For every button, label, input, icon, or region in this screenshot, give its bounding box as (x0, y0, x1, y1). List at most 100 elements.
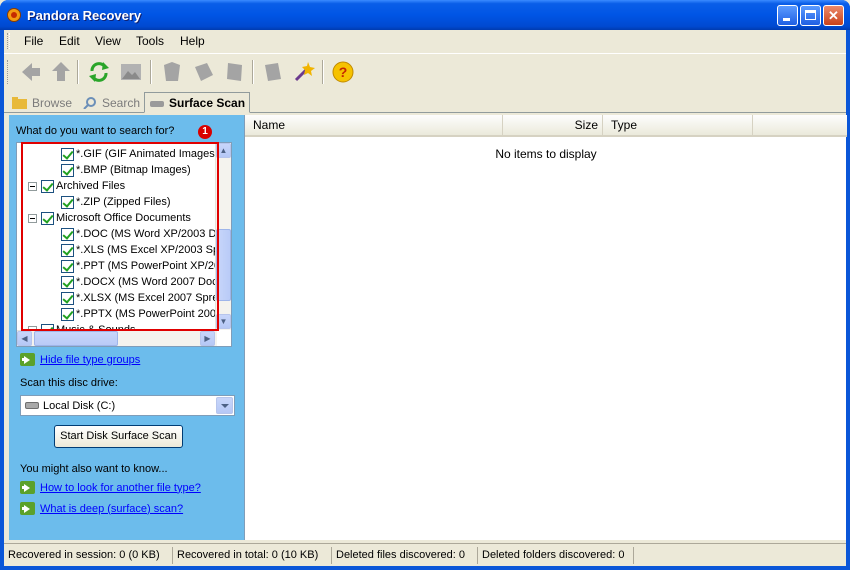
tree-item[interactable]: *.PPT (MS PowerPoint XP/20 (61, 258, 220, 274)
tree-item[interactable]: *.DOC (MS Word XP/2003 Doc (61, 226, 228, 242)
tree-group[interactable]: Microsoft Office Documents (28, 210, 191, 226)
toolbar-separator (77, 60, 79, 84)
close-icon: ✕ (828, 8, 839, 23)
checkbox[interactable] (61, 291, 74, 305)
recover-icon[interactable] (159, 59, 185, 85)
checkbox[interactable] (61, 243, 74, 257)
folder-icon (12, 96, 28, 109)
collapse-icon[interactable] (28, 181, 37, 191)
start-scan-button[interactable]: Start Disk Surface Scan (54, 425, 183, 448)
tree-item-label: *.DOCX (MS Word 2007 Doc (76, 276, 218, 288)
tree-item[interactable]: *.BMP (Bitmap Images) (61, 162, 191, 178)
tree-item-label: *.PPT (MS PowerPoint XP/20 (76, 260, 221, 272)
checkbox[interactable] (61, 259, 74, 273)
checkbox[interactable] (61, 227, 74, 241)
tree-group[interactable]: Archived Files (28, 178, 125, 194)
tree-item[interactable]: *.ZIP (Zipped Files) (61, 194, 171, 210)
hide-file-type-groups-link[interactable]: Hide file type groups (40, 354, 140, 366)
file-type-tree[interactable]: *.GIF (GIF Animated Images) *.BMP (Bitma… (16, 142, 232, 347)
tree-group-label: Microsoft Office Documents (56, 212, 191, 224)
collapse-icon[interactable] (28, 213, 37, 223)
checkbox[interactable] (41, 179, 54, 193)
status-bar: Recovered in session: 0 (0 KB) Recovered… (4, 543, 846, 566)
status-session: Recovered in session: 0 (0 KB) (6, 547, 173, 564)
hard-disk-icon (25, 402, 39, 409)
tree-item-label: *.PPTX (MS PowerPoint 2007 (76, 308, 223, 320)
tree-item-label: *.ZIP (Zipped Files) (76, 196, 171, 208)
tab-browse[interactable]: Browse (12, 93, 72, 112)
menu-grip (7, 33, 10, 49)
tree-item[interactable]: *.XLSX (MS Excel 2007 Sprea (61, 290, 225, 306)
hide-groups-row[interactable]: Hide file type groups (20, 353, 140, 366)
svg-text:?: ? (339, 64, 348, 80)
maximize-icon (805, 10, 816, 20)
drive-select[interactable]: Local Disk (C:) (20, 395, 235, 416)
tree-item-label: *.BMP (Bitmap Images) (76, 164, 191, 176)
tree-item[interactable]: *.PPTX (MS PowerPoint 2007 (61, 306, 222, 322)
window-title: Pandora Recovery (27, 8, 142, 23)
drive-value: Local Disk (C:) (43, 400, 116, 412)
tree-vertical-scrollbar[interactable]: ▲ ▼ (215, 143, 231, 330)
menu-tools[interactable]: Tools (136, 34, 164, 48)
magic-wand-icon[interactable] (291, 59, 317, 85)
help-icon[interactable]: ? (330, 59, 356, 85)
toolbar-separator (322, 60, 324, 84)
arrow-right-icon (20, 481, 35, 494)
notes-icon[interactable] (260, 59, 286, 85)
search-question: What do you want to search for? (16, 125, 175, 137)
scroll-thumb[interactable] (34, 331, 118, 346)
checkbox[interactable] (61, 195, 74, 209)
column-type[interactable]: Type (603, 115, 753, 135)
scroll-up-icon[interactable]: ▲ (216, 143, 231, 158)
annotation-marker: 1 (198, 125, 212, 139)
arrow-right-icon (20, 502, 35, 515)
tree-item[interactable]: *.XLS (MS Excel XP/2003 Spr (61, 242, 223, 258)
tree-horizontal-scrollbar[interactable]: ◀ ▶ (17, 330, 217, 346)
refresh-icon[interactable] (86, 59, 112, 85)
checkbox[interactable] (61, 307, 74, 321)
disk-icon (149, 97, 165, 109)
minimize-icon (783, 18, 790, 21)
back-arrow-icon[interactable] (18, 59, 44, 85)
maximize-button[interactable] (800, 5, 821, 26)
properties-icon[interactable] (222, 59, 248, 85)
column-name[interactable]: Name (245, 115, 503, 135)
another-file-type-link[interactable]: How to look for another file type? (40, 482, 201, 494)
tab-strip: Browse Search Surface Scan (4, 91, 846, 113)
column-size[interactable]: Size (503, 115, 603, 135)
copy-icon[interactable] (191, 59, 217, 85)
scroll-down-icon[interactable]: ▼ (216, 314, 231, 329)
scroll-right-icon[interactable]: ▶ (200, 331, 215, 346)
status-files: Deleted files discovered: 0 (334, 547, 478, 564)
chevron-down-icon[interactable] (216, 397, 233, 414)
client-area: File Edit View Tools Help ? Browse Searc… (4, 30, 847, 566)
results-list[interactable]: Name Size Type No items to display (244, 115, 847, 540)
image-icon[interactable] (118, 59, 144, 85)
menu-file[interactable]: File (24, 34, 43, 48)
tree-item-label: *.GIF (GIF Animated Images) (76, 148, 219, 160)
close-button[interactable]: ✕ (823, 5, 844, 26)
checkbox[interactable] (61, 275, 74, 289)
search-options-pane: What do you want to search for? 1 *.GIF … (9, 115, 244, 540)
menu-edit[interactable]: Edit (59, 34, 80, 48)
toolbar-separator (252, 60, 254, 84)
checkbox[interactable] (41, 211, 54, 225)
tree-item[interactable]: *.DOCX (MS Word 2007 Doc (61, 274, 218, 290)
tab-search[interactable]: Search (82, 93, 140, 112)
menu-view[interactable]: View (95, 34, 121, 48)
checkbox[interactable] (61, 163, 74, 177)
help-link-row[interactable]: What is deep (surface) scan? (20, 502, 183, 515)
menu-help[interactable]: Help (180, 34, 205, 48)
deep-scan-link[interactable]: What is deep (surface) scan? (40, 503, 183, 515)
checkbox[interactable] (61, 147, 74, 161)
scroll-thumb[interactable] (216, 229, 231, 301)
help-link-row[interactable]: How to look for another file type? (20, 481, 201, 494)
tab-surface-scan[interactable]: Surface Scan (144, 92, 251, 113)
scroll-left-icon[interactable]: ◀ (17, 331, 32, 346)
tree-item[interactable]: *.GIF (GIF Animated Images) (61, 146, 218, 162)
minimize-button[interactable] (777, 5, 798, 26)
drive-label: Scan this disc drive: (20, 377, 118, 389)
tree-item-label: *.XLS (MS Excel XP/2003 Spr (76, 244, 223, 256)
up-arrow-icon[interactable] (48, 59, 74, 85)
title-bar[interactable]: Pandora Recovery ✕ (0, 0, 850, 30)
